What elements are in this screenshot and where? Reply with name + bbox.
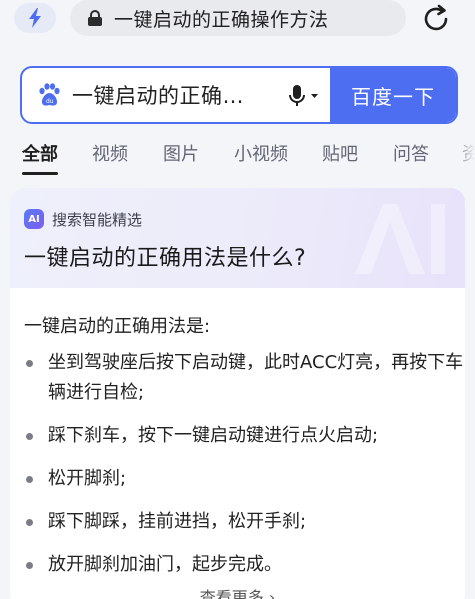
- tab-video[interactable]: 视频: [92, 140, 128, 166]
- ai-question: 一键启动的正确用法是什么?: [24, 246, 307, 271]
- see-more-link[interactable]: 查看更多 ›: [10, 584, 465, 599]
- ai-answer-card: AI 搜索智能精选 一键启动的正确用法是什么? 一键启动的正确用法是: 坐到驾驶…: [10, 188, 465, 599]
- chevron-right-icon: ›: [268, 588, 276, 599]
- ai-watermark-icon: [355, 204, 445, 274]
- tab-qa[interactable]: 问答: [393, 140, 429, 166]
- bullet-dot-icon: [26, 360, 33, 367]
- list-item: 踩下刹车，按下一键启动键进行点火启动;: [24, 421, 464, 451]
- list-item: 放开脚刹加油门，起步完成。: [24, 550, 464, 580]
- active-tab-indicator: [22, 172, 58, 175]
- ai-badge-icon: AI: [24, 209, 44, 229]
- answer-steps: 坐到驾驶座后按下启动键，此时ACC灯亮，再按下车辆进行自检; 踩下刹车，按下一键…: [24, 348, 464, 593]
- list-item: 松开脚刹;: [24, 464, 464, 494]
- step-text: 踩下脚踩，挂前进挡，松开手刹;: [48, 511, 307, 532]
- search-button[interactable]: 百度一下: [330, 68, 456, 122]
- ai-card-label: 搜索智能精选: [52, 211, 143, 229]
- tab-images[interactable]: 图片: [163, 140, 199, 166]
- bullet-dot-icon: [26, 562, 33, 569]
- step-text: 踩下刹车，按下一键启动键进行点火启动;: [48, 425, 379, 446]
- tab-all[interactable]: 全部: [22, 140, 58, 166]
- search-input[interactable]: [72, 83, 268, 107]
- page: 一键启动的正确操作方法 du 百度一下 全部 视频 图片 小视频 贴吧: [0, 0, 475, 599]
- bullet-dot-icon: [26, 519, 33, 526]
- baidu-paw-icon: du: [39, 83, 60, 106]
- url-text: 一键启动的正确操作方法: [114, 8, 329, 31]
- list-item: 踩下脚踩，挂前进挡，松开手刹;: [24, 507, 464, 537]
- bullet-dot-icon: [26, 433, 33, 440]
- url-field[interactable]: 一键启动的正确操作方法: [70, 0, 406, 36]
- address-bar-row: 一键启动的正确操作方法: [0, 0, 475, 58]
- bullet-dot-icon: [26, 476, 33, 483]
- list-item: 坐到驾驶座后按下启动键，此时ACC灯亮，再按下车辆进行自检;: [24, 348, 464, 408]
- tab-short-video[interactable]: 小视频: [234, 140, 288, 166]
- svg-text:du: du: [46, 98, 54, 105]
- answer-intro: 一键启动的正确用法是:: [24, 316, 211, 337]
- reload-icon[interactable]: [420, 3, 452, 35]
- step-text: 坐到驾驶座后按下启动键，此时ACC灯亮，再按下车辆进行自检;: [48, 352, 464, 403]
- search-tabs: 全部 视频 图片 小视频 贴吧 问答 资: [0, 140, 475, 176]
- step-text: 放开脚刹加油门，起步完成。: [48, 554, 282, 575]
- tabs-fade: [455, 138, 475, 168]
- lock-icon: [88, 10, 102, 26]
- microphone-icon[interactable]: [286, 84, 320, 108]
- search-box: du 百度一下: [20, 66, 458, 124]
- lightning-icon: [29, 8, 41, 28]
- ai-card-header: AI 搜索智能精选 一键启动的正确用法是什么?: [10, 188, 465, 288]
- see-more-label: 查看更多: [199, 588, 264, 599]
- tab-tieba[interactable]: 贴吧: [322, 140, 358, 166]
- step-text: 松开脚刹;: [48, 468, 127, 489]
- quick-action-button[interactable]: [14, 3, 56, 33]
